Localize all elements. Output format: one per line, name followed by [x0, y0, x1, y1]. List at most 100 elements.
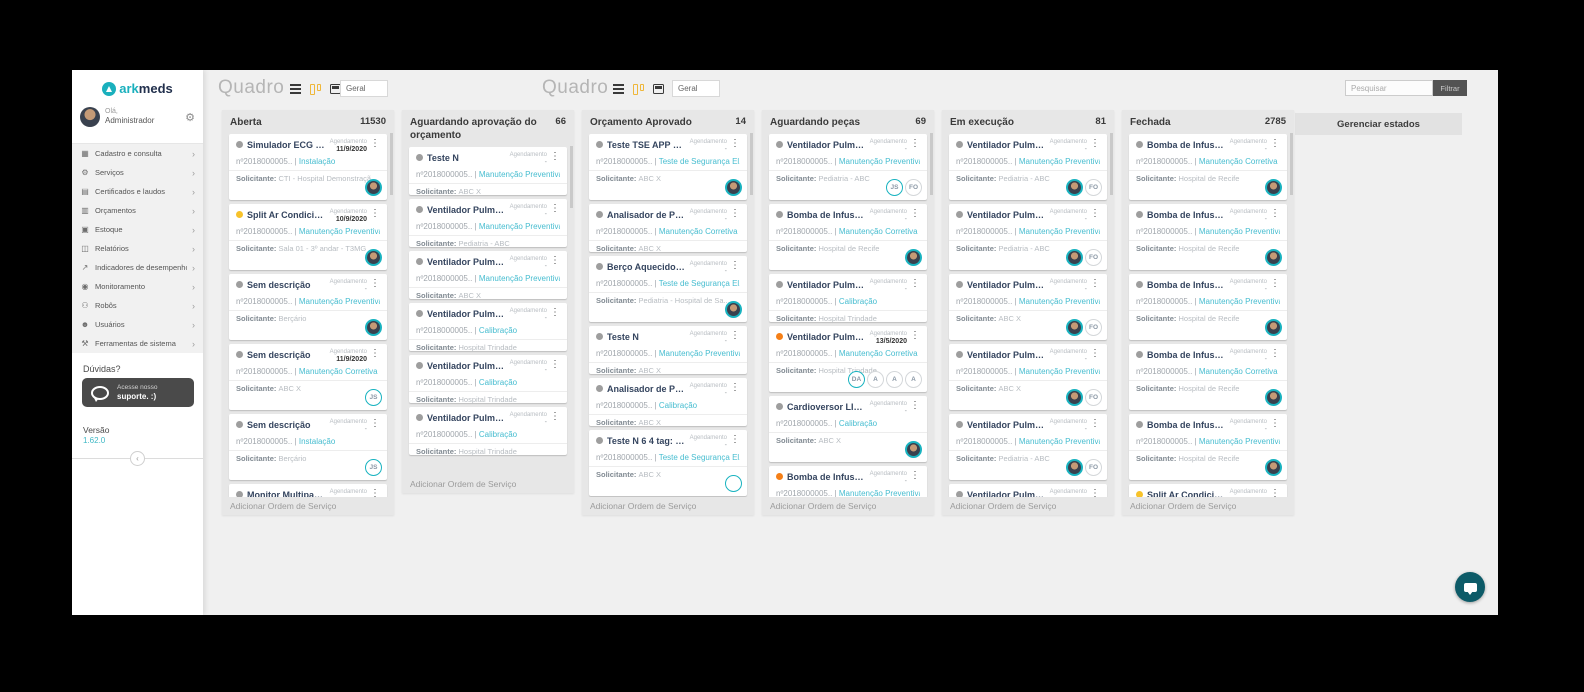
column-scrollbar[interactable]	[570, 146, 573, 208]
os-card[interactable]: Ventilador Pulmonar ...Agendamento-⋮nº20…	[949, 134, 1107, 200]
board-filter-select-secondary[interactable]: Geral	[672, 80, 720, 97]
manage-states-button[interactable]: Gerenciar estados	[1295, 113, 1462, 135]
kebab-menu-icon[interactable]: ⋮	[370, 489, 380, 497]
service-type-link[interactable]: Manutenção Preventiva	[299, 227, 380, 236]
service-type-link[interactable]: Manutenção Corretiva	[1199, 157, 1278, 166]
os-card[interactable]: Split Ar Condicionad...Agendamento-⋮nº20…	[1129, 484, 1287, 497]
kebab-menu-icon[interactable]: ⋮	[1090, 489, 1100, 497]
add-order-button[interactable]: Adicionar Ordem de Serviço	[762, 497, 934, 515]
kebab-menu-icon[interactable]: ⋮	[550, 204, 560, 214]
kebab-menu-icon[interactable]: ⋮	[730, 139, 740, 149]
service-type-link[interactable]: Manutenção Corretiva	[839, 227, 918, 236]
service-type-link[interactable]: Instalação	[299, 157, 335, 166]
sidebar-item-indicadores-de-desempenho[interactable]: ↗Indicadores de desempenho›	[72, 258, 203, 277]
kebab-menu-icon[interactable]: ⋮	[1090, 419, 1100, 429]
add-order-button[interactable]: Adicionar Ordem de Serviço	[222, 497, 394, 515]
column-scrollbar[interactable]	[750, 133, 753, 195]
service-type-link[interactable]: Manutenção Preventiva	[479, 222, 560, 231]
service-type-link[interactable]: Calibração	[479, 430, 517, 439]
kebab-menu-icon[interactable]: ⋮	[370, 139, 380, 149]
os-card[interactable]: Sem descriçãoAgendamento-⋮nº2018000005..…	[229, 414, 387, 480]
service-type-link[interactable]: Manutenção Corretiva	[299, 367, 378, 376]
service-type-link[interactable]: Manutenção Preventiva	[839, 489, 920, 497]
service-type-link[interactable]: Manutenção Corretiva	[839, 349, 918, 358]
chat-fab-button[interactable]	[1455, 572, 1485, 602]
service-type-link[interactable]: Manutenção Preventiva	[659, 349, 740, 358]
sidebar-collapse-toggle[interactable]: ‹	[130, 451, 145, 466]
list-view-icon[interactable]	[289, 83, 302, 95]
os-card[interactable]: Bomba de Infusão Sam...Agendamento-⋮nº20…	[1129, 414, 1287, 480]
add-order-button[interactable]: Adicionar Ordem de Serviço	[1122, 497, 1294, 515]
kebab-menu-icon[interactable]: ⋮	[910, 279, 920, 289]
os-card[interactable]: Ventilador Pulmonar ...Agendamento13/5/2…	[769, 326, 927, 392]
sidebar-item-monitoramento[interactable]: ◉Monitoramento›	[72, 277, 203, 296]
service-type-link[interactable]: Manutenção Corretiva	[1199, 367, 1278, 376]
os-card[interactable]: Bomba de Infusão Sam...Agendamento-⋮nº20…	[1129, 134, 1287, 200]
filter-button[interactable]: Filtrar	[1433, 80, 1467, 96]
column-scrollbar[interactable]	[1110, 133, 1113, 195]
os-card[interactable]: Monitor Multiparamét...Agendamento-⋮nº20…	[229, 484, 387, 497]
service-type-link[interactable]: Instalação	[299, 437, 335, 446]
sidebar-item-estoque[interactable]: ▣Estoque›	[72, 220, 203, 239]
service-type-link[interactable]: Manutenção Corretiva	[659, 227, 738, 236]
os-card[interactable]: Simulador ECG Dixtal...Agendamento11/9/2…	[229, 134, 387, 200]
sidebar-item-ferramentas-de-sistema[interactable]: ⚒Ferramentas de sistema›	[72, 334, 203, 353]
kebab-menu-icon[interactable]: ⋮	[730, 261, 740, 271]
sidebar-item-orcamentos[interactable]: ▥Orçamentos›	[72, 201, 203, 220]
kebab-menu-icon[interactable]: ⋮	[1270, 489, 1280, 497]
kebab-menu-icon[interactable]: ⋮	[1090, 139, 1100, 149]
os-card[interactable]: Ventilador Pulmonar ...Agendamento-⋮nº20…	[409, 303, 567, 351]
service-type-link[interactable]: Teste de Segurança El...	[659, 279, 740, 288]
sidebar-item-relatorios[interactable]: ◫Relatórios›	[72, 239, 203, 258]
kebab-menu-icon[interactable]: ⋮	[910, 471, 920, 481]
service-type-link[interactable]: Calibração	[479, 326, 517, 335]
os-card[interactable]: Ventilador Pulmonar ...Agendamento-⋮nº20…	[409, 407, 567, 455]
service-type-link[interactable]: Manutenção Preventiva	[1199, 437, 1280, 446]
service-type-link[interactable]: Manutenção Preventiva	[1019, 367, 1100, 376]
service-type-link[interactable]: Manutenção Preventiva	[1019, 157, 1100, 166]
add-order-button[interactable]: Adicionar Ordem de Serviço	[942, 497, 1114, 515]
os-card[interactable]: Ventilador Pulmonar ...Agendamento-⋮nº20…	[949, 484, 1107, 497]
kebab-menu-icon[interactable]: ⋮	[1270, 209, 1280, 219]
kebab-menu-icon[interactable]: ⋮	[1090, 209, 1100, 219]
os-card[interactable]: Ventilador Pulmonar ...Agendamento-⋮nº20…	[949, 414, 1107, 480]
os-card[interactable]: Ventilador Pulmonar ...Agendamento-⋮nº20…	[409, 199, 567, 247]
os-card[interactable]: Bomba de Infusão Sam...Agendamento-⋮nº20…	[769, 466, 927, 497]
sidebar-item-robos[interactable]: ⚇Robôs›	[72, 296, 203, 315]
service-type-link[interactable]: Manutenção Preventiva	[1019, 297, 1100, 306]
kebab-menu-icon[interactable]: ⋮	[370, 349, 380, 359]
kebab-menu-icon[interactable]: ⋮	[1090, 349, 1100, 359]
kanban-view-icon[interactable]	[632, 83, 645, 95]
kebab-menu-icon[interactable]: ⋮	[370, 279, 380, 289]
kebab-menu-icon[interactable]: ⋮	[730, 435, 740, 445]
column-scrollbar[interactable]	[930, 133, 933, 195]
search-input[interactable]	[1345, 80, 1433, 96]
kebab-menu-icon[interactable]: ⋮	[550, 412, 560, 422]
sidebar-item-usuarios[interactable]: ☻Usuários›	[72, 315, 203, 334]
os-card[interactable]: Teste NAgendamento-⋮nº2018000005.. | Man…	[589, 326, 747, 374]
os-card[interactable]: Ventilador Pulmonar ...Agendamento-⋮nº20…	[769, 134, 927, 200]
kebab-menu-icon[interactable]: ⋮	[370, 209, 380, 219]
service-type-link[interactable]: Calibração	[659, 401, 697, 410]
os-card[interactable]: Analisador de Pressã...Agendamento-⋮nº20…	[589, 204, 747, 252]
service-type-link[interactable]: Manutenção Preventiva	[479, 274, 560, 283]
service-type-link[interactable]: Manutenção Preventiva	[299, 297, 380, 306]
kebab-menu-icon[interactable]: ⋮	[910, 401, 920, 411]
calendar-view-icon[interactable]	[652, 83, 665, 95]
column-scrollbar[interactable]	[390, 133, 393, 195]
column-scrollbar[interactable]	[1290, 133, 1293, 195]
os-card[interactable]: Teste N 6 4 tag: 222Agendamento-⋮nº20180…	[589, 430, 747, 496]
gear-icon[interactable]: ⚙	[185, 111, 195, 124]
os-card[interactable]: Ventilador Pulmonar ...Agendamento-⋮nº20…	[409, 251, 567, 299]
os-card[interactable]: Ventilador Pulmonar ...Agendamento-⋮nº20…	[949, 204, 1107, 270]
service-type-link[interactable]: Manutenção Preventiva	[1019, 437, 1100, 446]
kebab-menu-icon[interactable]: ⋮	[550, 256, 560, 266]
support-button[interactable]: Acesse nosso suporte. :)	[82, 378, 194, 407]
kebab-menu-icon[interactable]: ⋮	[1090, 279, 1100, 289]
kebab-menu-icon[interactable]: ⋮	[1270, 419, 1280, 429]
os-card[interactable]: Ventilador Pulmonar ...Agendamento-⋮nº20…	[769, 274, 927, 322]
sidebar-item-servicos[interactable]: ⚙Serviços›	[72, 163, 203, 182]
os-card[interactable]: Split Ar Condicionad...Agendamento10/9/2…	[229, 204, 387, 270]
os-card[interactable]: Sem descriçãoAgendamento-⋮nº2018000005..…	[229, 274, 387, 340]
os-card[interactable]: Ventilador Pulmonar ...Agendamento-⋮nº20…	[409, 355, 567, 403]
